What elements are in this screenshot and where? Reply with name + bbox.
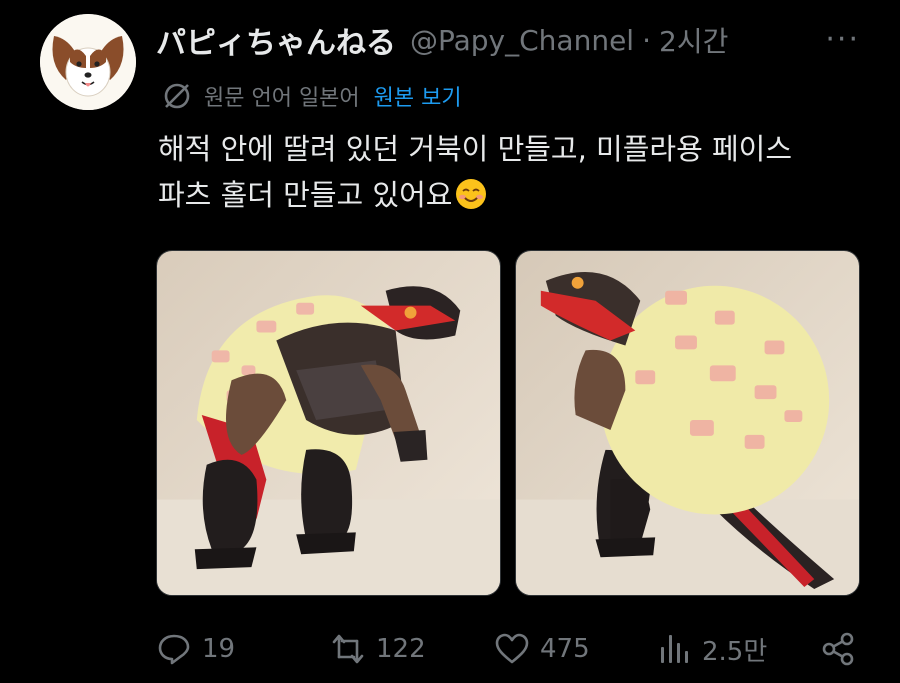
share-icon bbox=[822, 632, 854, 666]
retweet-button[interactable]: 122 bbox=[330, 624, 426, 674]
turtle-figure-side-image bbox=[516, 251, 859, 595]
turtle-figure-front-image bbox=[157, 251, 500, 595]
views-button[interactable]: 2.5만 bbox=[656, 624, 767, 674]
tweet-text-line-2-wrapper: 파츠 홀더 만들고 있어요 bbox=[158, 172, 868, 218]
papillon-dog-avatar-icon bbox=[40, 14, 136, 110]
media-grid bbox=[156, 250, 860, 596]
retweet-icon bbox=[332, 634, 364, 664]
tweet-header: パピィちゃんねる @Papy_Channel · 2시간 ··· bbox=[156, 18, 860, 62]
translation-source-language: 원문 언어 일본어 bbox=[204, 86, 360, 111]
smiling-face-emoji-icon bbox=[456, 179, 487, 209]
views-count: 2.5만 bbox=[702, 636, 768, 667]
translation-notice: 원문 언어 일본어 원본 보기 bbox=[160, 78, 462, 114]
tweet-text-line-2: 파츠 홀더 만들고 있어요 bbox=[158, 178, 453, 212]
more-options-button[interactable]: ··· bbox=[825, 22, 860, 57]
photo-turtle-side[interactable] bbox=[515, 250, 860, 596]
tweet-text: 해적 안에 딸려 있던 거북이 만들고, 미플라용 페이스 파츠 홀더 만들고 … bbox=[158, 126, 868, 218]
reply-icon bbox=[158, 634, 190, 665]
analytics-bar-icon bbox=[661, 635, 688, 663]
reply-count: 19 bbox=[202, 634, 236, 664]
heart-icon bbox=[495, 633, 529, 664]
translate-icon bbox=[164, 83, 190, 109]
tweet-actions: 19 122 475 2.5만 bbox=[156, 624, 860, 674]
like-button[interactable]: 475 bbox=[494, 624, 590, 674]
user-handle[interactable]: @Papy_Channel bbox=[410, 24, 634, 57]
reply-button[interactable]: 19 bbox=[156, 624, 235, 674]
separator-dot: · bbox=[642, 23, 651, 57]
tweet-text-line-1: 해적 안에 딸려 있던 거북이 만들고, 미플라용 페이스 bbox=[158, 132, 793, 166]
post-time[interactable]: 2시간 bbox=[659, 20, 728, 60]
view-original-link[interactable]: 원본 보기 bbox=[374, 80, 462, 112]
share-button[interactable] bbox=[820, 624, 856, 674]
display-name[interactable]: パピィちゃんねる bbox=[156, 18, 396, 62]
photo-turtle-front[interactable] bbox=[156, 250, 501, 596]
avatar[interactable] bbox=[40, 14, 136, 110]
retweet-count: 122 bbox=[376, 634, 426, 664]
like-count: 475 bbox=[540, 634, 590, 664]
